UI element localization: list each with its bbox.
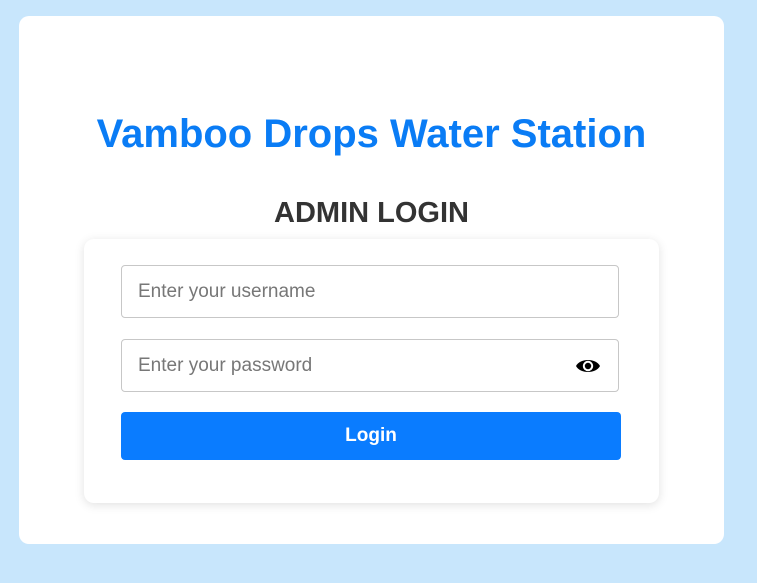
password-input[interactable]	[122, 340, 618, 391]
login-heading: ADMIN LOGIN	[274, 197, 469, 229]
password-field-wrapper	[121, 339, 619, 392]
login-button[interactable]: Login	[121, 412, 621, 460]
login-card: Vamboo Drops Water Station ADMIN LOGIN L…	[19, 16, 724, 544]
eye-icon-graphic	[576, 360, 600, 372]
username-input[interactable]	[122, 266, 618, 317]
eye-icon[interactable]	[575, 355, 601, 377]
login-form: Login	[84, 239, 659, 503]
username-field-wrapper	[121, 265, 619, 318]
page-title: Vamboo Drops Water Station	[96, 112, 647, 156]
